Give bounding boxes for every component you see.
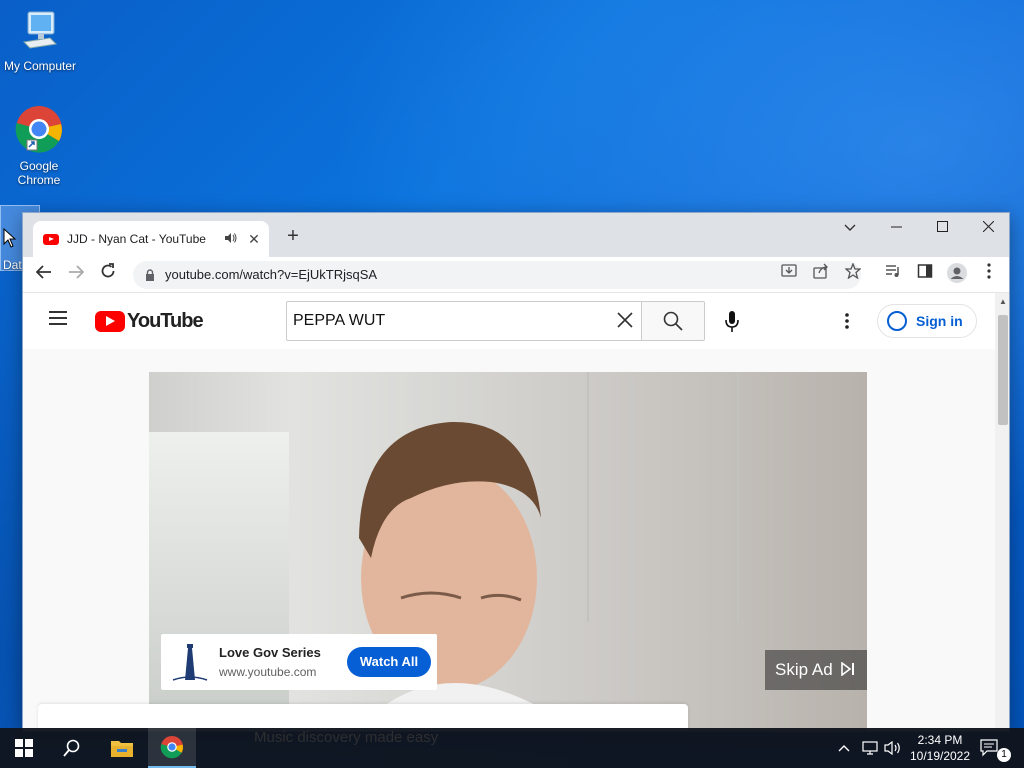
video-background-cabinet	[599, 372, 739, 622]
computer-icon	[22, 11, 58, 49]
account-icon	[887, 311, 907, 331]
close-window-button[interactable]	[965, 213, 1009, 243]
page-scrollbar[interactable]: ▲	[995, 293, 1009, 731]
tab-search-chevron-icon[interactable]	[827, 213, 873, 243]
skip-next-icon	[841, 661, 855, 677]
youtube-header: YouTube Sign in	[23, 293, 995, 349]
show-hidden-icons-chevron-icon[interactable]	[838, 728, 856, 768]
ad-title: Love Gov Series	[219, 645, 321, 660]
share-icon[interactable]	[809, 263, 833, 287]
desktop-icon-label: Dat	[3, 258, 22, 272]
voice-search-button[interactable]	[713, 303, 751, 341]
clock-time: 2:34 PM	[917, 733, 963, 747]
ad-overlay-card[interactable]: Love Gov Series www.youtube.com Watch Al…	[161, 634, 437, 690]
tab-title: JJD - Nyan Cat - YouTube	[67, 232, 206, 246]
search-box[interactable]	[286, 301, 642, 341]
desktop-icon-my-computer[interactable]: My Computer	[2, 8, 78, 73]
skip-ad-button[interactable]: Skip Ad	[765, 650, 867, 690]
reload-icon[interactable]	[96, 263, 120, 287]
tab-strip: JJD - Nyan Cat - YouTube ✕ +	[23, 213, 1009, 257]
scroll-up-arrow-icon[interactable]: ▲	[999, 297, 1007, 306]
watch-all-button[interactable]: Watch All	[347, 647, 431, 677]
action-center-button[interactable]: 1	[980, 728, 1014, 768]
windows-logo-icon	[15, 739, 33, 757]
youtube-logo[interactable]: YouTube	[95, 309, 204, 333]
video-player[interactable]: Love Gov Series www.youtube.com Watch Al…	[149, 372, 867, 731]
browser-toolbar: youtube.com/watch?v=EjUkTRjsqSA	[23, 257, 1009, 293]
sign-in-label: Sign in	[916, 313, 963, 329]
scrollbar-thumb[interactable]	[998, 315, 1008, 425]
settings-more-icon[interactable]	[835, 307, 859, 335]
speaker-icon[interactable]	[225, 232, 239, 246]
desktop-icon-google-chrome[interactable]: Google Chrome	[1, 104, 77, 187]
media-control-icon[interactable]	[881, 263, 905, 287]
chrome-icon	[160, 735, 184, 759]
taskbar-file-explorer[interactable]	[98, 728, 146, 768]
desktop-icon-label: My Computer	[3, 59, 77, 73]
search-button[interactable]	[642, 301, 705, 341]
clock-date: 10/19/2022	[909, 749, 971, 763]
search-icon	[63, 739, 80, 757]
youtube-favicon-icon	[43, 233, 59, 245]
new-tab-button[interactable]: +	[281, 225, 305, 249]
start-button[interactable]	[0, 728, 48, 768]
desktop-icon-label: Google Chrome	[17, 159, 61, 187]
mouse-cursor-icon	[3, 228, 17, 248]
skip-ad-label: Skip Ad	[775, 660, 833, 679]
search-icon	[663, 311, 683, 331]
taskbar: 2:34 PM 10/19/2022 1	[0, 728, 1024, 768]
hamburger-menu-icon[interactable]	[49, 311, 67, 325]
clock[interactable]: 2:34 PM 10/19/2022	[906, 728, 974, 768]
forward-arrow-icon[interactable]	[64, 263, 88, 287]
taskbar-search-button[interactable]	[48, 728, 96, 768]
tab-youtube[interactable]: JJD - Nyan Cat - YouTube ✕	[33, 221, 269, 257]
volume-icon[interactable]	[884, 728, 906, 768]
youtube-logo-text: YouTube	[127, 309, 204, 332]
notification-count-badge: 1	[997, 748, 1011, 762]
microphone-icon	[725, 311, 739, 332]
sign-in-button[interactable]: Sign in	[877, 304, 977, 338]
chrome-window[interactable]: JJD - Nyan Cat - YouTube ✕ + youtube.com…	[22, 212, 1010, 732]
address-bar[interactable]: youtube.com/watch?v=EjUkTRjsqSA	[133, 261, 861, 289]
side-panel-icon[interactable]	[913, 263, 937, 287]
install-app-icon[interactable]	[777, 263, 801, 287]
bookmark-star-icon[interactable]	[841, 262, 865, 287]
taskbar-chrome[interactable]	[148, 728, 196, 768]
lighthouse-logo-icon	[169, 640, 211, 684]
lock-icon	[145, 261, 155, 289]
youtube-play-logo-icon	[95, 310, 125, 332]
tab-close-icon[interactable]: ✕	[247, 231, 261, 248]
maximize-button[interactable]	[919, 213, 965, 243]
youtube-page: YouTube Sign in	[23, 293, 995, 731]
search-input[interactable]	[287, 302, 587, 340]
minimize-button[interactable]	[873, 213, 919, 243]
url-text: youtube.com/watch?v=EjUkTRjsqSA	[165, 267, 378, 282]
network-icon[interactable]	[862, 728, 882, 768]
profile-avatar-icon[interactable]	[945, 263, 969, 287]
folder-icon	[111, 741, 133, 757]
chrome-menu-icon[interactable]	[977, 263, 1001, 287]
ad-url: www.youtube.com	[219, 665, 317, 679]
back-arrow-icon[interactable]	[32, 263, 56, 287]
chrome-icon	[15, 106, 62, 153]
clear-search-icon[interactable]	[617, 310, 633, 332]
